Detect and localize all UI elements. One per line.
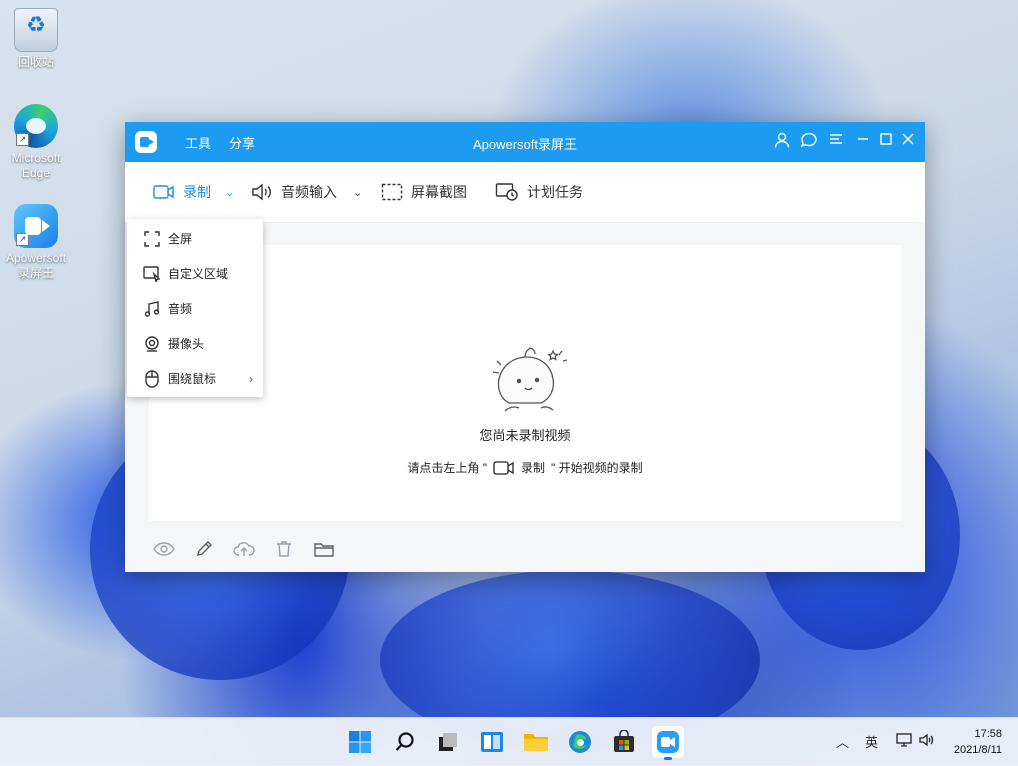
task-view-button[interactable] xyxy=(432,726,464,758)
apowersoft-icon: ↗ xyxy=(14,204,58,248)
start-button[interactable] xyxy=(344,726,376,758)
audio-input-label: 音频输入 xyxy=(281,184,337,200)
trash-icon[interactable] xyxy=(273,538,295,560)
menu-item-custom-region[interactable]: 自定义区域 xyxy=(127,256,263,291)
apowersoft-icon xyxy=(657,731,679,753)
folder-icon xyxy=(524,734,548,751)
show-hidden-icons-button[interactable]: ︿ xyxy=(836,732,849,751)
system-clock[interactable]: 17:58 2021/8/11 xyxy=(954,726,1002,758)
desktop-icon-label: 回收站 xyxy=(17,55,54,69)
desktop-icon-label: Microsoft Edge xyxy=(11,151,61,180)
user-icon[interactable] xyxy=(771,131,793,153)
recycle-bin-icon xyxy=(14,8,58,52)
menu-item-audio[interactable]: 音频 xyxy=(127,291,263,326)
chevron-down-icon: ⌄ xyxy=(225,186,235,199)
network-icon[interactable] xyxy=(896,732,912,751)
search-icon xyxy=(395,732,414,751)
fullscreen-icon xyxy=(142,229,162,249)
search-button[interactable] xyxy=(389,726,421,758)
taskbar: ︿ 英 17:58 2021/8/11 xyxy=(0,717,1018,766)
menu-icon[interactable] xyxy=(825,131,847,153)
audio-input-button[interactable]: 音频输入 ⌄ xyxy=(251,182,362,202)
webcam-icon xyxy=(142,334,162,354)
chevron-right-icon: › xyxy=(249,371,253,386)
apowersoft-taskbar-button[interactable] xyxy=(652,726,684,760)
record-mode-menu: 全屏 自定义区域 音频 摄像头 围绕鼠标 › xyxy=(127,219,263,397)
schedule-label: 计划任务 xyxy=(527,184,583,200)
edge-icon: ↗ xyxy=(14,104,58,148)
shortcut-arrow-icon: ↗ xyxy=(16,233,29,246)
desktop-icon-label: Apowersoft 录屏王 xyxy=(5,251,67,280)
chevron-down-icon: ⌄ xyxy=(353,186,363,199)
menu-item-webcam[interactable]: 摄像头 xyxy=(127,326,263,361)
widgets-icon xyxy=(481,732,503,752)
screenshot-button[interactable]: 屏幕截图 xyxy=(381,182,467,202)
eye-icon[interactable] xyxy=(153,538,175,560)
store-button[interactable] xyxy=(608,726,640,758)
minimize-icon[interactable] xyxy=(852,131,874,153)
maximize-icon[interactable] xyxy=(875,131,897,153)
clock-date: 2021/8/11 xyxy=(953,744,1002,756)
menu-item-label: 围绕鼠标 xyxy=(168,372,217,386)
desktop-icon-recycle-bin[interactable]: 回收站 xyxy=(0,8,72,70)
clock-time: 17:58 xyxy=(974,728,1002,740)
record-label: 录制 xyxy=(183,184,211,200)
menu-item-fullscreen[interactable]: 全屏 xyxy=(127,221,263,256)
file-explorer-button[interactable] xyxy=(520,726,552,758)
edge-icon xyxy=(569,731,591,753)
upload-cloud-icon[interactable] xyxy=(233,538,255,560)
speaker-icon xyxy=(252,183,271,201)
ime-indicator[interactable]: 英 xyxy=(865,732,878,751)
menu-item-label: 全屏 xyxy=(168,232,193,246)
hint-record: 录制 xyxy=(520,461,545,475)
main-toolbar: 录制 ⌄ 音频输入 ⌄ 屏幕截图 计划任务 xyxy=(125,162,925,223)
schedule-button[interactable]: 计划任务 xyxy=(495,182,583,202)
menu-item-around-mouse[interactable]: 围绕鼠标 › xyxy=(127,361,263,396)
folder-icon[interactable] xyxy=(313,538,335,560)
schedule-icon xyxy=(495,183,518,201)
task-view-icon xyxy=(439,733,457,751)
custom-region-icon xyxy=(142,264,162,284)
volume-icon[interactable] xyxy=(918,732,934,751)
menu-item-label: 音频 xyxy=(168,302,193,316)
video-camera-icon xyxy=(493,460,514,475)
screenshot-icon xyxy=(381,183,403,201)
hint-prefix: 请点击左上角 " xyxy=(407,461,487,475)
video-camera-icon xyxy=(153,185,174,199)
screenshot-label: 屏幕截图 xyxy=(411,184,467,200)
music-note-icon xyxy=(142,299,162,319)
desktop-icon-edge[interactable]: ↗ Microsoft Edge xyxy=(0,104,72,181)
shortcut-arrow-icon: ↗ xyxy=(16,133,29,146)
edge-button[interactable] xyxy=(564,726,596,758)
menu-item-label: 自定义区域 xyxy=(168,267,229,281)
record-button[interactable]: 录制 ⌄ xyxy=(153,182,234,202)
empty-mascot-icon xyxy=(492,347,568,412)
chevron-up-icon: ︿ xyxy=(836,735,850,750)
bottom-action-bar xyxy=(153,538,335,560)
title-bar: 工具 分享 Apowersoft录屏王 xyxy=(125,122,925,162)
empty-title: 您尚未录制视频 xyxy=(479,428,571,443)
empty-hint: 请点击左上角 " 录制 " 开始视频的录制 xyxy=(149,459,901,476)
chat-icon[interactable] xyxy=(798,131,820,153)
pencil-icon[interactable] xyxy=(193,538,215,560)
desktop-icon-apowersoft[interactable]: ↗ Apowersoft 录屏王 xyxy=(0,204,72,281)
store-icon xyxy=(614,730,634,752)
mouse-icon xyxy=(142,369,162,389)
widgets-button[interactable] xyxy=(476,726,508,758)
menu-item-label: 摄像头 xyxy=(168,337,205,351)
windows-logo-icon xyxy=(349,731,371,753)
close-icon[interactable] xyxy=(897,131,919,153)
hint-suffix: " 开始视频的录制 xyxy=(551,461,643,475)
